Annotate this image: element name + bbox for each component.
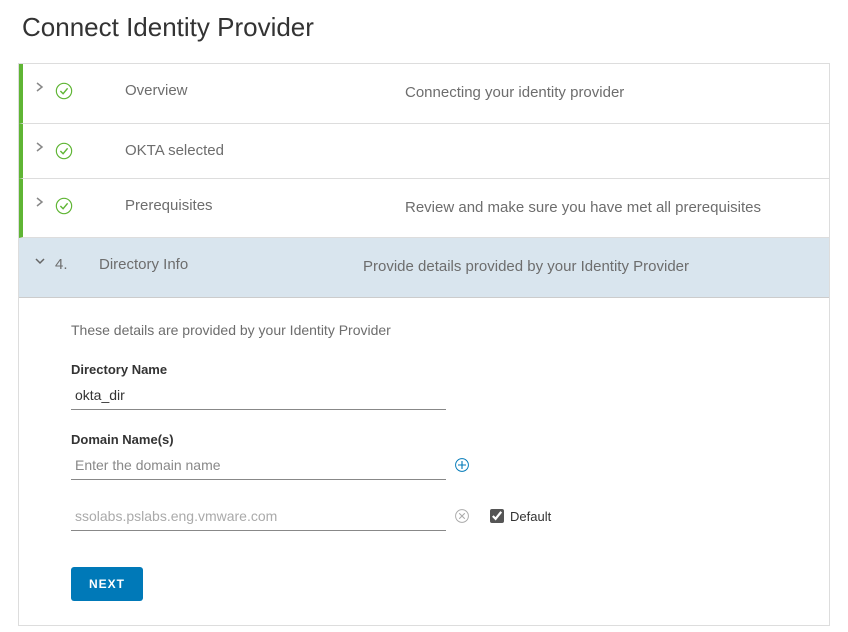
step-row-okta[interactable]: OKTA selected [19,124,829,179]
chevron-right-icon [35,142,55,152]
chevron-right-icon [35,82,55,92]
check-circle-icon [55,142,83,160]
step-desc: Connecting your identity provider [405,82,813,105]
step-row-directory-info[interactable]: 4. Directory Info Provide details provid… [19,238,829,298]
step-row-prerequisites[interactable]: Prerequisites Review and make sure you h… [19,179,829,239]
remove-domain-button[interactable] [454,508,470,524]
step-label: OKTA selected [125,142,405,159]
next-button[interactable]: NEXT [71,567,143,601]
existing-domain-input [71,502,446,531]
step-number: 4. [55,256,99,273]
directory-name-label: Directory Name [71,362,809,377]
domain-name-input[interactable] [71,451,446,480]
step-label: Prerequisites [125,197,405,214]
step-row-overview[interactable]: Overview Connecting your identity provid… [19,64,829,124]
check-circle-icon [55,82,83,100]
domain-names-label: Domain Name(s) [71,432,809,447]
chevron-down-icon [35,256,55,266]
directory-name-input[interactable] [71,381,446,410]
add-domain-button[interactable] [454,457,470,473]
step-desc: Review and make sure you have met all pr… [405,197,813,220]
directory-info-form: These details are provided by your Ident… [19,298,829,625]
steps-panel: Overview Connecting your identity provid… [18,63,830,626]
step-label: Directory Info [99,256,363,273]
form-intro: These details are provided by your Ident… [71,322,809,338]
step-desc: Provide details provided by your Identit… [363,256,813,279]
default-checkbox[interactable] [490,509,504,523]
page-title: Connect Identity Provider [22,12,830,43]
default-label: Default [510,509,551,524]
check-circle-icon [55,197,83,215]
step-label: Overview [125,82,405,99]
chevron-right-icon [35,197,55,207]
